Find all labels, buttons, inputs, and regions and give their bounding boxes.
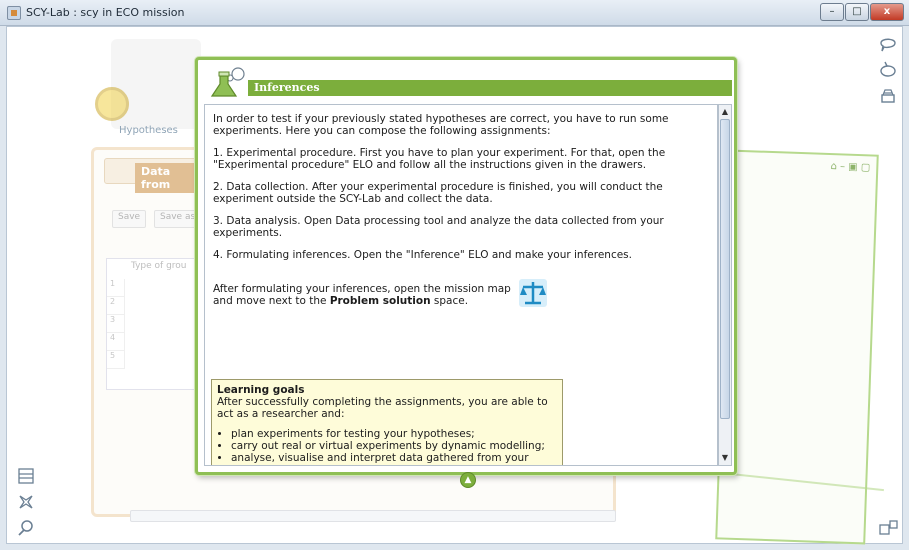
balance-scale-icon[interactable] — [517, 277, 549, 309]
inference-elo-icon — [206, 66, 246, 98]
after-text-suffix: space. — [430, 295, 469, 307]
title-bar: SCY-Lab : scy in ECO mission – □ x — [0, 0, 909, 26]
speech-bubble-icon[interactable] — [879, 35, 897, 53]
scroll-down-icon[interactable]: ▼ — [719, 451, 731, 465]
stack-icon[interactable] — [879, 87, 897, 105]
minimize-button[interactable]: – — [820, 3, 844, 21]
scroll-thumb[interactable] — [720, 119, 730, 419]
maximize-button[interactable]: □ — [845, 3, 869, 21]
table-row-number: 3 — [107, 315, 125, 333]
lightbulb-icon[interactable] — [95, 87, 129, 121]
learning-goals-list: plan experiments for testing your hypoth… — [217, 428, 557, 464]
list-item: plan experiments for testing your hypoth… — [231, 428, 557, 440]
problem-solution-text: Problem solution — [329, 295, 431, 307]
drawer-toggle-icon[interactable]: ▲ — [460, 472, 476, 488]
step-item: 4. Formulating inferences. Open the "Inf… — [213, 249, 632, 261]
learning-goals-intro: After successfully completing the assign… — [217, 396, 548, 420]
search-icon[interactable] — [17, 519, 35, 537]
list-icon[interactable] — [17, 467, 35, 485]
step-item: 2. Data collection. After your experimen… — [213, 181, 663, 205]
hypotheses-label: Hypotheses — [119, 125, 178, 136]
table-row-number: 4 — [107, 333, 125, 351]
table-column-header: Type of grou — [131, 261, 187, 271]
lasso-icon[interactable] — [879, 61, 897, 79]
after-instruction: After formulating your inferences, open … — [213, 279, 547, 307]
intro-text: In order to test if your previously stat… — [213, 113, 669, 137]
data-elo-title: Data from — [135, 163, 203, 193]
list-item: carry out real or virtual experiments by… — [231, 440, 557, 452]
data-elo-tab: Data from — [104, 158, 204, 193]
scroll-up-icon[interactable]: ▲ — [719, 105, 731, 119]
table-row-number: 2 — [107, 297, 125, 315]
assignment-text-pane[interactable]: In order to test if your previously stat… — [204, 104, 718, 466]
vertical-scrollbar[interactable]: ▲ ▼ — [718, 104, 732, 466]
dialog-title: Inferences — [248, 80, 732, 96]
desktop: Hypotheses ⌂ – ▣ ▢ Data from Save Save a… — [6, 26, 903, 549]
assignment-content: In order to test if your previously stat… — [213, 113, 703, 307]
step-item: 1. Experimental procedure. First you hav… — [213, 147, 666, 171]
list-item: analyse, visualise and interpret data ga… — [231, 452, 557, 464]
star-tool-icon[interactable] — [17, 493, 35, 511]
window-title: SCY-Lab : scy in ECO mission — [26, 6, 185, 19]
learning-goals-box: Learning goals After successfully comple… — [211, 379, 563, 465]
step-list: 1. Experimental procedure. First you hav… — [213, 147, 703, 261]
step-item: 3. Data analysis. Open Data processing t… — [213, 215, 664, 239]
windows-icon[interactable] — [879, 519, 898, 537]
save-button[interactable]: Save — [112, 210, 147, 228]
app-icon — [7, 6, 21, 20]
table-row-number: 5 — [107, 351, 125, 369]
inferences-elo-window[interactable]: Inferences In order to test if your prev… — [195, 57, 737, 488]
table-row-number: 1 — [107, 279, 125, 297]
close-button[interactable]: x — [870, 3, 904, 21]
learning-goals-title: Learning goals — [217, 384, 305, 396]
window-controls-icon: ⌂ – ▣ ▢ — [830, 161, 871, 174]
horizontal-scrollbar[interactable] — [130, 510, 616, 522]
